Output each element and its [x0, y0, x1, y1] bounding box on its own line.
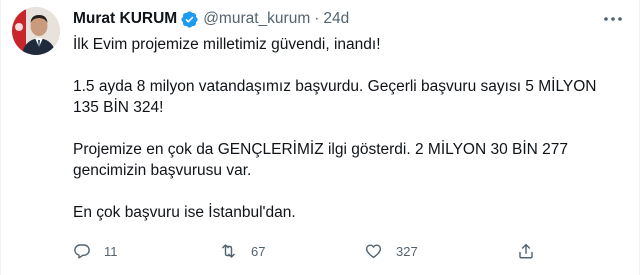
retweet-button[interactable]: 67 — [219, 242, 265, 260]
share-icon — [517, 242, 535, 260]
reply-count: 11 — [104, 243, 118, 259]
tweet-paragraph: 1.5 ayda 8 milyon vatandaşımız başvurdu.… — [73, 78, 597, 116]
tweet-text: İlk Evim projemize milletimiz güvendi, i… — [73, 34, 621, 223]
retweet-icon — [219, 242, 238, 260]
heart-icon — [364, 242, 383, 260]
author-name[interactable]: Murat KURUM — [73, 10, 177, 28]
tweet-paragraph: Projemize en çok da GENÇLERİMİZ ilgi gös… — [73, 141, 569, 179]
tweet-header: Murat KURUM @murat_kurum · 24d — [73, 9, 349, 29]
share-button[interactable] — [517, 242, 535, 260]
tweet-timestamp[interactable]: 24d — [323, 10, 349, 28]
tweet-paragraph: En çok başvuru ise İstanbul'dan. — [73, 204, 296, 221]
reply-icon — [73, 242, 91, 260]
retweet-count: 67 — [251, 243, 266, 259]
avatar[interactable] — [12, 7, 60, 55]
tweet-card[interactable]: Murat KURUM @murat_kurum · 24d İlk Evim … — [0, 0, 640, 275]
like-count: 327 — [396, 243, 418, 259]
more-dots-icon[interactable] — [603, 12, 623, 26]
verified-badge-icon — [180, 10, 199, 29]
reply-button[interactable]: 11 — [73, 242, 118, 260]
tweet-actions: 11 67 327 — [73, 240, 553, 262]
like-button[interactable]: 327 — [364, 242, 418, 260]
author-handle[interactable]: @murat_kurum — [203, 10, 310, 28]
header-separator: · — [314, 10, 320, 27]
tweet-paragraph: İlk Evim projemize milletimiz güvendi, i… — [73, 36, 381, 53]
